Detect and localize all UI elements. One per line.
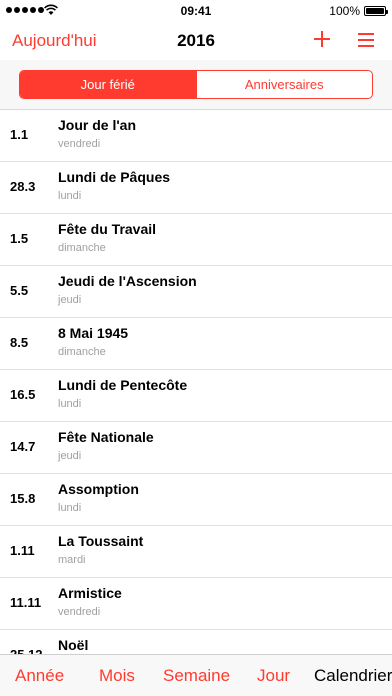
holiday-weekday: dimanche xyxy=(58,346,106,358)
holiday-date: 14.7 xyxy=(10,439,36,454)
list-item[interactable]: 8.5 8 Mai 1945 dimanche xyxy=(0,318,392,370)
holiday-weekday: lundi xyxy=(58,502,82,514)
holiday-weekday: mardi xyxy=(58,554,86,566)
holiday-name: Jeudi de l'Ascension xyxy=(58,273,197,289)
battery-icon xyxy=(364,6,388,16)
holiday-date: 28.3 xyxy=(10,179,36,194)
holiday-weekday: jeudi xyxy=(58,450,82,462)
holiday-weekday: lundi xyxy=(58,190,82,202)
holiday-list: 1.1 Jour de l'an vendredi 28.3 Lundi de Pâqu… xyxy=(0,110,392,654)
holiday-name: Lundi de Pâques xyxy=(58,169,171,185)
list-item[interactable]: 28.3 Lundi de Pâques lundi xyxy=(0,162,392,214)
list-item[interactable]: 1.5 Fête du Travail dimanche xyxy=(0,214,392,266)
holiday-date: 16.5 xyxy=(10,387,36,402)
navigation-bar: Aujourd'hui 2016 xyxy=(0,22,392,60)
holiday-date: 1.11 xyxy=(10,543,35,558)
tab-year[interactable]: Année xyxy=(15,666,64,686)
today-button[interactable]: Aujourd'hui xyxy=(12,31,97,51)
tab-week[interactable]: Semaine xyxy=(163,666,230,686)
list-item[interactable]: 14.7 Fête Nationale jeudi xyxy=(0,422,392,474)
holiday-name: Fête du Travail xyxy=(58,221,157,237)
holiday-weekday: lundi xyxy=(58,398,82,410)
tab-bar: Année Mois Semaine Jour Calendrier xyxy=(0,654,392,696)
holiday-date: 11.11 xyxy=(10,595,42,610)
segment-toolbar: Jour férié Anniversaires xyxy=(0,60,392,110)
holiday-date: 1.5 xyxy=(10,231,29,246)
plus-icon[interactable] xyxy=(311,28,333,50)
holiday-name: Lundi de Pentecôte xyxy=(58,377,188,393)
list-item[interactable]: 15.8 Assomption lundi xyxy=(0,474,392,526)
list-item[interactable]: 16.5 Lundi de Pentecôte lundi xyxy=(0,370,392,422)
segmented-control: Jour férié Anniversaires xyxy=(19,70,373,99)
holiday-date: 8.5 xyxy=(10,335,29,350)
tab-month[interactable]: Mois xyxy=(99,666,135,686)
holiday-date: 25.12 xyxy=(10,647,43,654)
holiday-name: Assomption xyxy=(58,481,139,497)
status-bar: 09:41 100% xyxy=(0,0,392,22)
list-item[interactable]: 1.11 La Toussaint mardi xyxy=(0,526,392,578)
segment-holidays[interactable]: Jour férié xyxy=(20,71,196,98)
list-menu-icon[interactable] xyxy=(355,29,377,51)
list-item[interactable]: 5.5 Jeudi de l'Ascension jeudi xyxy=(0,266,392,318)
holiday-name: Armistice xyxy=(58,585,122,601)
tab-day[interactable]: Jour xyxy=(257,666,290,686)
holiday-date: 5.5 xyxy=(10,283,29,298)
holiday-name: Jour de l'an xyxy=(58,117,137,133)
holiday-date: 15.8 xyxy=(10,491,36,506)
holiday-name: Noël xyxy=(58,637,89,653)
holiday-name: Fête Nationale xyxy=(58,429,154,445)
holiday-weekday: vendredi xyxy=(58,138,101,150)
list-item[interactable]: 1.1 Jour de l'an vendredi xyxy=(0,110,392,162)
tab-calendar[interactable]: Calendrier xyxy=(314,666,392,686)
segment-birthdays[interactable]: Anniversaires xyxy=(195,71,373,98)
holiday-name: La Toussaint xyxy=(58,533,144,549)
holiday-date: 1.1 xyxy=(10,127,29,142)
holiday-weekday: vendredi xyxy=(58,606,101,618)
list-item[interactable]: 25.12Noëldimanche xyxy=(0,630,392,654)
holiday-weekday: dimanche xyxy=(58,242,106,254)
battery-percentage: 100% xyxy=(329,4,360,18)
holiday-name: 8 Mai 1945 xyxy=(58,325,129,341)
list-item[interactable]: 11.11 Armistice vendredi xyxy=(0,578,392,630)
holiday-weekday: jeudi xyxy=(58,294,82,306)
